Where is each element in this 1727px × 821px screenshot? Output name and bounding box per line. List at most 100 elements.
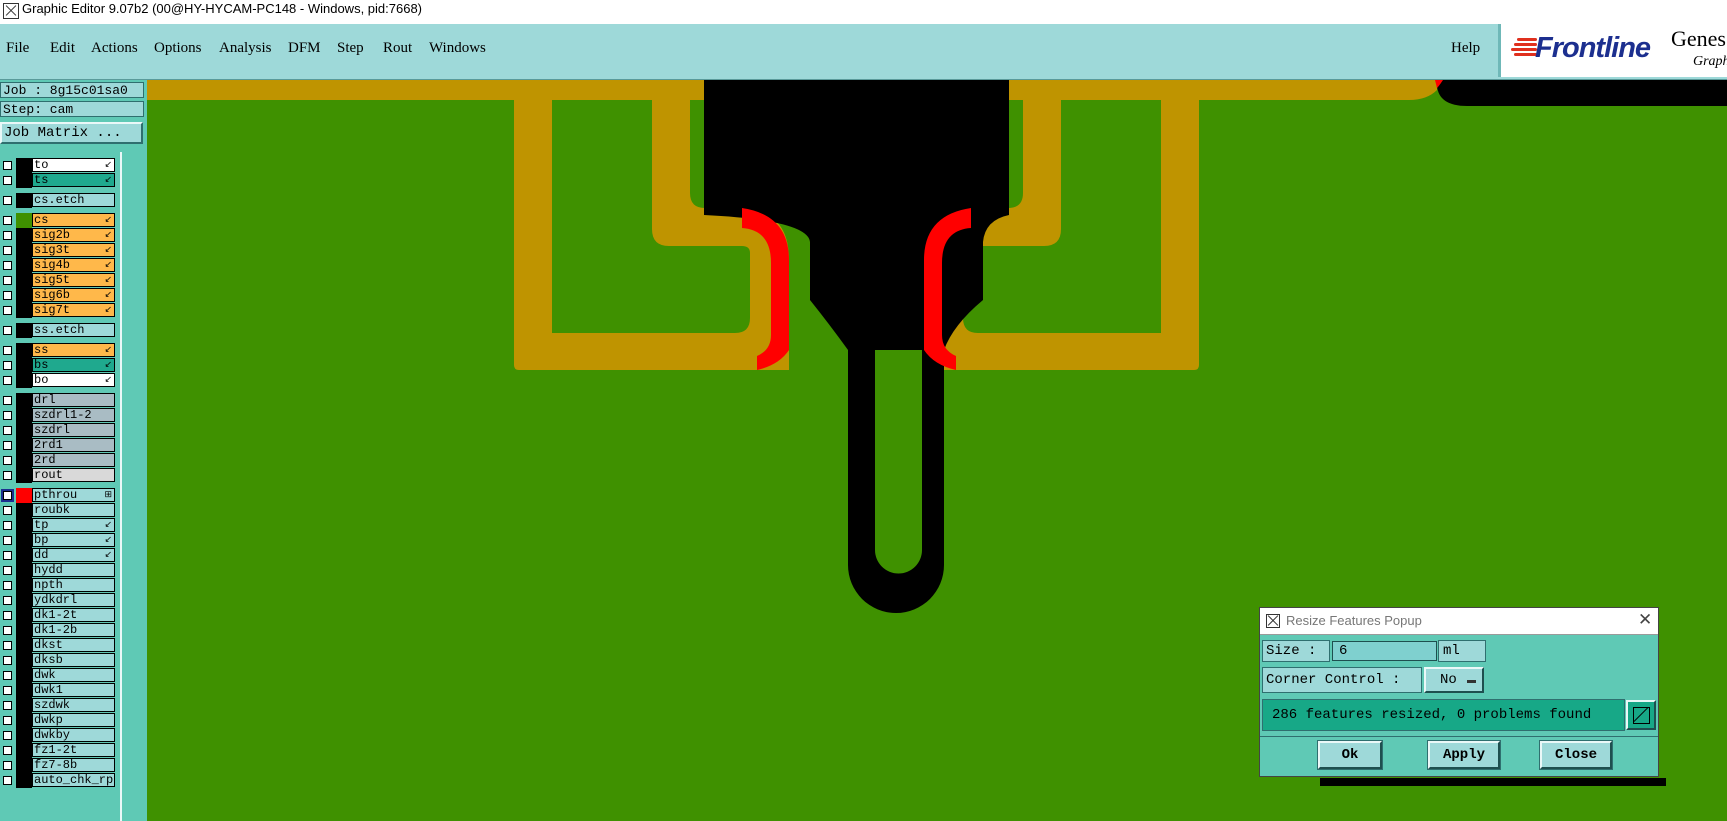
layer-checkbox[interactable]	[3, 611, 12, 620]
layer-color-swatch[interactable]	[16, 683, 32, 698]
layer-name[interactable]: tp ↙	[32, 518, 115, 532]
layer-row[interactable]: to ↙	[0, 158, 118, 173]
layer-name[interactable]: rout	[32, 468, 115, 482]
layer-color-swatch[interactable]	[16, 228, 32, 243]
layer-color-swatch[interactable]	[16, 623, 32, 638]
layer-row[interactable]: roubk	[0, 503, 118, 518]
layer-color-swatch[interactable]	[16, 608, 32, 623]
layer-checkbox[interactable]	[3, 361, 12, 370]
layer-checkbox[interactable]	[3, 231, 12, 240]
layer-row[interactable]: dwk	[0, 668, 118, 683]
dialog-close-icon[interactable]: ✕	[1638, 610, 1652, 630]
layer-color-swatch[interactable]	[16, 503, 32, 518]
layer-checkbox[interactable]	[3, 276, 12, 285]
layer-checkbox[interactable]	[3, 376, 12, 385]
layer-row[interactable]: 2rd	[0, 453, 118, 468]
menu-windows[interactable]: Windows	[429, 40, 486, 57]
layer-name[interactable]: dk1-2b	[32, 623, 115, 637]
layer-row[interactable]: sig4b ↙	[0, 258, 118, 273]
size-input[interactable]: 6	[1332, 641, 1437, 661]
layer-color-swatch[interactable]	[16, 743, 32, 758]
layer-color-swatch[interactable]	[16, 518, 32, 533]
layer-row[interactable]: fz1-2t	[0, 743, 118, 758]
layer-checkbox[interactable]	[3, 471, 12, 480]
layer-row[interactable]: bo ↙	[0, 373, 118, 388]
layer-row[interactable]: szdrl	[0, 423, 118, 438]
menu-options[interactable]: Options	[154, 40, 202, 57]
menu-step[interactable]: Step	[337, 40, 364, 57]
layer-name[interactable]: ss.etch	[32, 323, 115, 337]
layer-color-swatch[interactable]	[16, 563, 32, 578]
ok-button[interactable]: Ok	[1317, 740, 1383, 770]
layer-color-swatch[interactable]	[16, 393, 32, 408]
layer-name[interactable]: sig5t ↙	[32, 273, 115, 287]
job-matrix-button[interactable]: Job Matrix ...	[0, 122, 143, 144]
layer-name[interactable]: auto_chk_rp	[32, 773, 115, 787]
layer-row[interactable]: sig7t ↙	[0, 303, 118, 318]
layer-checkbox[interactable]	[3, 641, 12, 650]
layer-color-swatch[interactable]	[16, 358, 32, 373]
layer-color-swatch[interactable]	[16, 593, 32, 608]
layer-row[interactable]: rout	[0, 468, 118, 483]
layer-color-swatch[interactable]	[16, 303, 32, 318]
layer-color-swatch[interactable]	[16, 713, 32, 728]
layer-checkbox[interactable]	[3, 731, 12, 740]
layer-row[interactable]: dk1-2t	[0, 608, 118, 623]
layer-checkbox[interactable]	[3, 596, 12, 605]
layer-checkbox[interactable]	[3, 346, 12, 355]
layer-name[interactable]: bo ↙	[32, 373, 115, 387]
layer-color-swatch[interactable]	[16, 653, 32, 668]
layer-name[interactable]: sig2b ↙	[32, 228, 115, 242]
layer-row[interactable]: dksb	[0, 653, 118, 668]
layer-checkbox[interactable]	[3, 761, 12, 770]
layer-color-swatch[interactable]	[16, 173, 32, 188]
layer-row[interactable]: dwkby	[0, 728, 118, 743]
layer-row[interactable]: sig3t ↙	[0, 243, 118, 258]
layer-color-swatch[interactable]	[16, 668, 32, 683]
layer-name[interactable]: dksb	[32, 653, 115, 667]
layer-checkbox[interactable]	[3, 551, 12, 560]
layer-name[interactable]: sig3t ↙	[32, 243, 115, 257]
layer-checkbox[interactable]	[3, 656, 12, 665]
menu-rout[interactable]: Rout	[383, 40, 412, 57]
layer-row[interactable]: dwkp	[0, 713, 118, 728]
layer-checkbox[interactable]	[3, 261, 12, 270]
layer-color-swatch[interactable]	[16, 758, 32, 773]
layer-row[interactable]: sig5t ↙	[0, 273, 118, 288]
layer-checkbox[interactable]	[3, 396, 12, 405]
layer-checkbox[interactable]	[3, 246, 12, 255]
dialog-titlebar[interactable]: Resize Features Popup ✕	[1260, 608, 1658, 635]
layer-checkbox[interactable]	[3, 746, 12, 755]
layer-color-swatch[interactable]	[16, 423, 32, 438]
layer-row[interactable]: dwk1	[0, 683, 118, 698]
layer-row[interactable]: tp ↙	[0, 518, 118, 533]
layer-row[interactable]: bp ↙	[0, 533, 118, 548]
layer-name[interactable]: ydkdrl	[32, 593, 115, 607]
layer-color-swatch[interactable]	[16, 773, 32, 788]
layer-checkbox[interactable]	[3, 411, 12, 420]
layer-checkbox[interactable]	[3, 176, 12, 185]
layer-name[interactable]: 2rd1	[32, 438, 115, 452]
layer-name[interactable]: dwkby	[32, 728, 115, 742]
layer-color-swatch[interactable]	[16, 213, 32, 228]
layer-row[interactable]: szdwk	[0, 698, 118, 713]
layer-color-swatch[interactable]	[16, 343, 32, 358]
layer-color-swatch[interactable]	[16, 698, 32, 713]
layer-name[interactable]: sig7t ↙	[32, 303, 115, 317]
layer-color-swatch[interactable]	[16, 578, 32, 593]
layer-color-swatch[interactable]	[16, 158, 32, 173]
layer-checkbox[interactable]	[3, 441, 12, 450]
menu-file[interactable]: File	[6, 40, 29, 57]
layer-checkbox[interactable]	[3, 456, 12, 465]
layer-checkbox[interactable]	[3, 506, 12, 515]
layer-name[interactable]: cs ↙	[32, 213, 115, 227]
layer-checkbox[interactable]	[3, 536, 12, 545]
layer-checkbox[interactable]	[1, 489, 14, 502]
layer-name[interactable]: fz1-2t	[32, 743, 115, 757]
layer-name[interactable]: drl	[32, 393, 115, 407]
layer-name[interactable]: dd ↙	[32, 548, 115, 562]
layer-row[interactable]: cs ↙	[0, 213, 118, 228]
layer-name[interactable]: dkst	[32, 638, 115, 652]
layer-checkbox[interactable]	[3, 291, 12, 300]
layer-color-swatch[interactable]	[16, 468, 32, 483]
